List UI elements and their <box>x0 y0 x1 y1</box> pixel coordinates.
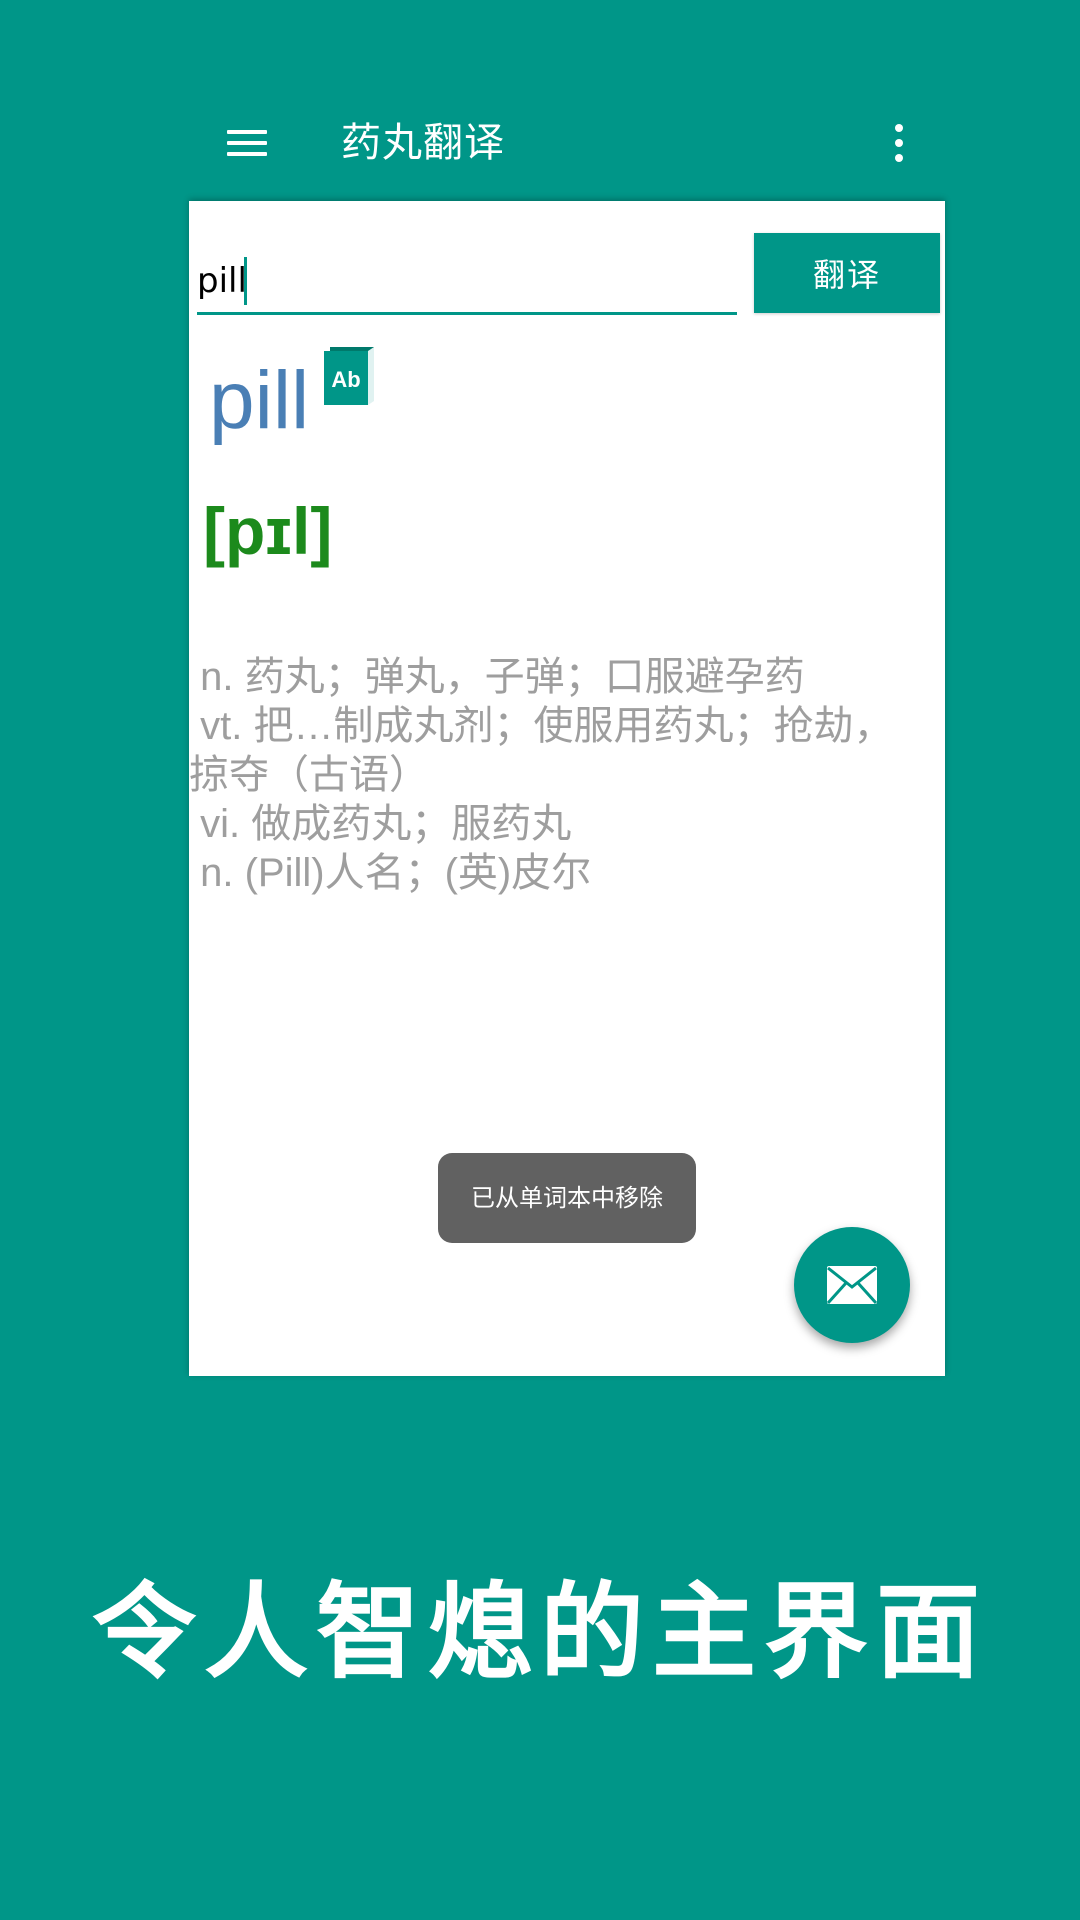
app-title: 药丸翻译 <box>341 120 505 166</box>
mail-icon <box>826 1266 878 1305</box>
dict-icon-label: Ab <box>331 367 360 392</box>
definition-line: n. (Pill)人名；(英)皮尔 <box>189 851 592 895</box>
definition-line: vt. 把…制成丸剂；使服用药丸；抢劫， <box>189 704 894 748</box>
caption-text: 令人智熄的主界面 <box>91 1571 988 1693</box>
translate-button[interactable]: 翻译 <box>754 233 940 313</box>
headword: pill <box>209 355 310 446</box>
more-vert-icon[interactable] <box>893 122 905 164</box>
definition-line: vi. 做成药丸；服药丸 <box>189 802 572 846</box>
definition-line: 掠夺（古语） <box>189 753 429 797</box>
text-cursor <box>244 257 247 305</box>
ab-book-icon[interactable]: Ab <box>320 343 376 409</box>
search-input[interactable] <box>197 256 737 315</box>
phonetic: [pɪl] <box>203 494 333 568</box>
toast-message: 已从单词本中移除 <box>438 1153 696 1243</box>
definitions-list: n. 药丸；弹丸，子弹；口服避孕药 vt. 把…制成丸剂；使服用药丸；抢劫， 掠… <box>189 653 939 898</box>
mail-fab-button[interactable] <box>794 1227 910 1343</box>
translation-card: 翻译 pill Ab [pɪl] n. 药丸；弹丸，子弹；口服避孕药 vt. 把… <box>189 201 945 1376</box>
definition-line: n. 药丸；弹丸，子弹；口服避孕药 <box>189 655 805 699</box>
hamburger-menu-icon[interactable] <box>227 126 267 160</box>
app-bar: 药丸翻译 <box>189 100 945 186</box>
